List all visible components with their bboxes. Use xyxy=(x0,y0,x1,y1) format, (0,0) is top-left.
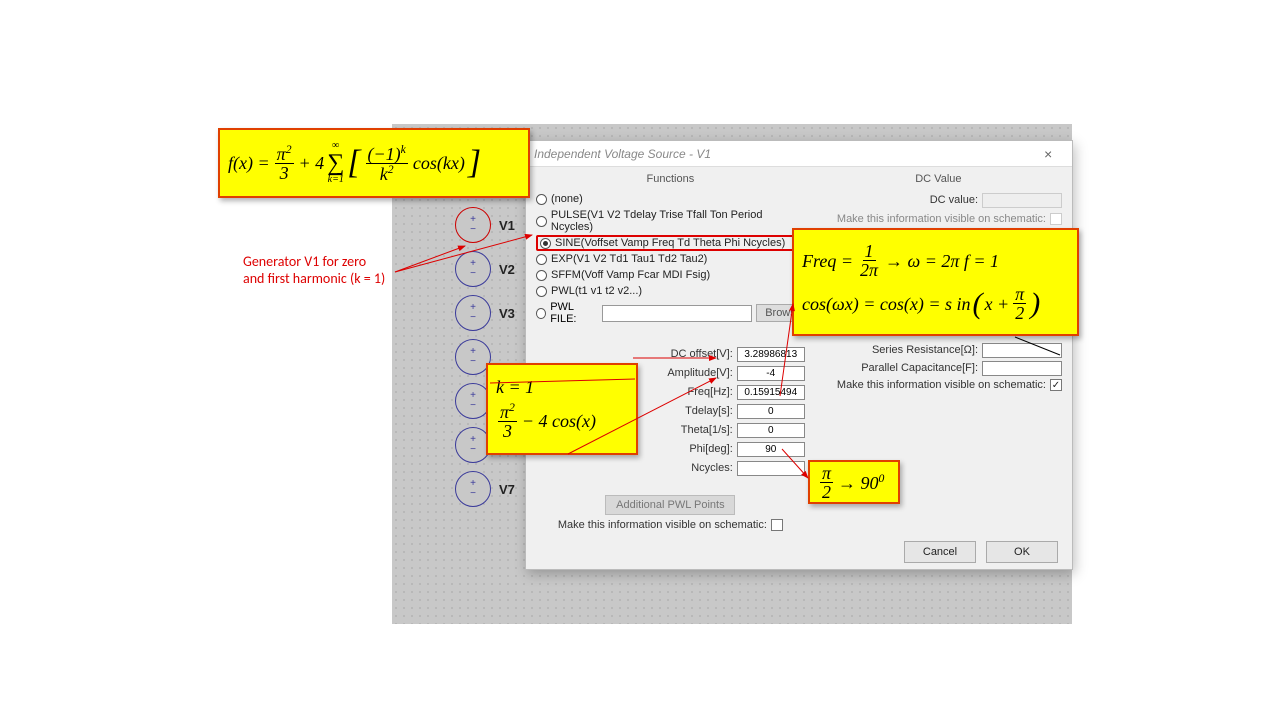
annotation-freq-identity: Freq = 12π → ω = 2π f = 1 cos(ωx) = cos(… xyxy=(792,228,1079,336)
radio-icon xyxy=(536,194,547,205)
radio-icon xyxy=(536,286,547,297)
dc-value-row: DC value: xyxy=(815,191,1062,209)
checkbox[interactable] xyxy=(771,519,783,531)
dc-value-header: DC Value xyxy=(815,171,1062,191)
vsource-symbol: +− xyxy=(455,471,491,507)
parallel-capacitance-input[interactable] xyxy=(982,361,1062,376)
vsource-label: V1 xyxy=(499,218,515,233)
make-visible-left: Make this information visible on schemat… xyxy=(536,519,805,531)
dialog-footer: Cancel OK xyxy=(526,535,1072,569)
vsource-symbol: +− xyxy=(455,295,491,331)
dialog-titlebar[interactable]: Independent Voltage Source - V1 × xyxy=(526,141,1072,167)
radio-icon xyxy=(536,308,546,319)
vsource-label: V2 xyxy=(499,262,515,277)
ncycles-input[interactable] xyxy=(737,461,805,476)
functions-panel: Functions (none) PULSE(V1 V2 Tdelay Tris… xyxy=(536,171,805,531)
vsource-label: V3 xyxy=(499,306,515,321)
freq-input[interactable] xyxy=(737,385,805,400)
dc-value-input[interactable] xyxy=(982,193,1062,208)
cancel-button[interactable]: Cancel xyxy=(904,541,976,563)
annotation-generator-text: Generator V1 for zero and first harmonic… xyxy=(243,253,385,287)
dialog-title: Independent Voltage Source - V1 xyxy=(534,147,711,161)
vsource-label: V7 xyxy=(499,482,515,497)
radio-exp[interactable]: EXP(V1 V2 Td1 Tau1 Td2 Tau2) xyxy=(536,251,805,267)
tdelay-input[interactable] xyxy=(737,404,805,419)
radio-icon xyxy=(536,254,547,265)
close-icon[interactable]: × xyxy=(1032,146,1064,162)
theta-input[interactable] xyxy=(737,423,805,438)
voltage-source-v3[interactable]: +− V3 xyxy=(455,291,515,335)
ok-button[interactable]: OK xyxy=(986,541,1058,563)
radio-pwl[interactable]: PWL(t1 v1 t2 v2...) xyxy=(536,283,805,299)
voltage-source-v7[interactable]: +− V7 xyxy=(455,467,515,511)
additional-pwl-button[interactable]: Additional PWL Points xyxy=(605,495,735,515)
vsource-symbol: +− xyxy=(455,207,491,243)
radio-icon xyxy=(536,270,547,281)
radio-none[interactable]: (none) xyxy=(536,191,805,207)
amplitude-input[interactable] xyxy=(737,366,805,381)
voltage-source-v1[interactable]: +− V1 xyxy=(455,203,515,247)
make-visible-rc: Make this information visible on schemat… xyxy=(815,379,1062,391)
annotation-k1-term: k = 1 π23 − 4 cos(x) xyxy=(486,363,638,455)
radio-icon xyxy=(536,216,547,227)
voltage-source-v2[interactable]: +− V2 xyxy=(455,247,515,291)
checkbox[interactable] xyxy=(1050,213,1062,225)
pwl-file-input[interactable] xyxy=(602,305,752,322)
vsource-symbol: +− xyxy=(455,251,491,287)
radio-sine[interactable]: SINE(Voffset Vamp Freq Td Theta Phi Ncyc… xyxy=(536,235,805,251)
annotation-fourier-formula: f(x) = π23 + 4 ∞∑k=1 [ (−1)kk2 cos(kx) ] xyxy=(218,128,530,198)
annotation-pi-over-2: π2 → 900 xyxy=(808,460,900,504)
radio-pulse[interactable]: PULSE(V1 V2 Tdelay Trise Tfall Ton Perio… xyxy=(536,207,805,235)
make-visible-dc: Make this information visible on schemat… xyxy=(815,213,1062,225)
phi-input[interactable] xyxy=(737,442,805,457)
series-resistance-input[interactable] xyxy=(982,343,1062,358)
radio-pwl-file[interactable]: PWL FILE: Brows xyxy=(536,299,805,327)
voltage-sources-column: +− V1 +− V2 +− V3 +− +− +− V6 +− xyxy=(455,203,515,511)
functions-header: Functions xyxy=(536,171,805,191)
dc-offset-input[interactable] xyxy=(737,347,805,362)
voltage-source-dialog: Independent Voltage Source - V1 × Functi… xyxy=(525,140,1073,570)
radio-icon xyxy=(540,238,551,249)
checkbox[interactable]: ✓ xyxy=(1050,379,1062,391)
radio-sffm[interactable]: SFFM(Voff Vamp Fcar MDI Fsig) xyxy=(536,267,805,283)
